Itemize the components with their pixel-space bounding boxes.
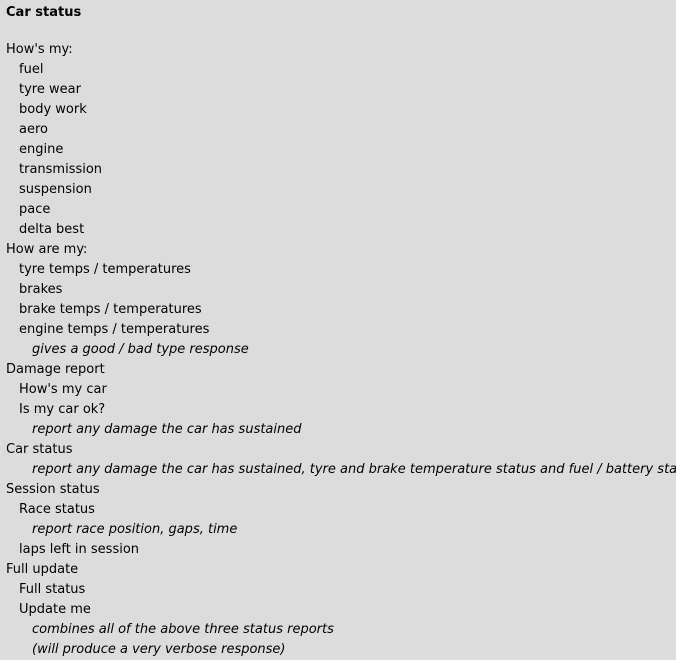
voice-command: brake temps / temperatures [19, 302, 202, 317]
response-description: report any damage the car has sustained,… [32, 462, 676, 477]
section-heading: How's my: [6, 42, 73, 57]
voice-command: body work [19, 102, 87, 117]
response-description: report any damage the car has sustained [32, 422, 302, 437]
section-heading: Car status [6, 442, 73, 457]
voice-command: aero [19, 122, 48, 137]
response-description: report race position, gaps, time [32, 522, 238, 537]
voice-command: Race status [19, 502, 95, 517]
voice-command: Is my car ok? [19, 402, 106, 417]
command-list: How's my: fuel tyre wear body work aero engin… [0, 40, 676, 660]
response-description: combines all of the above three status r… [32, 622, 334, 637]
section-heading: How are my: [6, 242, 88, 257]
voice-command: fuel [19, 62, 44, 77]
voice-command: brakes [19, 282, 63, 297]
voice-command: Update me [19, 602, 91, 617]
response-description: (will produce a very verbose response) [32, 642, 286, 657]
voice-command: engine [19, 142, 64, 157]
page-title: Car status [6, 5, 82, 20]
voice-command: transmission [19, 162, 103, 177]
voice-command: suspension [19, 182, 92, 197]
voice-command: Full status [19, 582, 86, 597]
voice-command: How's my car [19, 382, 107, 397]
response-description: gives a good / bad type response [32, 342, 249, 357]
voice-command: pace [19, 202, 51, 217]
section-heading: Full update [6, 562, 79, 577]
voice-command: tyre temps / temperatures [19, 262, 191, 277]
section-heading: Session status [6, 482, 100, 497]
voice-command: engine temps / temperatures [19, 322, 210, 337]
voice-command: delta best [19, 222, 85, 237]
section-heading: Damage report [6, 362, 105, 377]
voice-command: tyre wear [19, 82, 81, 97]
voice-command: laps left in session [19, 542, 140, 557]
